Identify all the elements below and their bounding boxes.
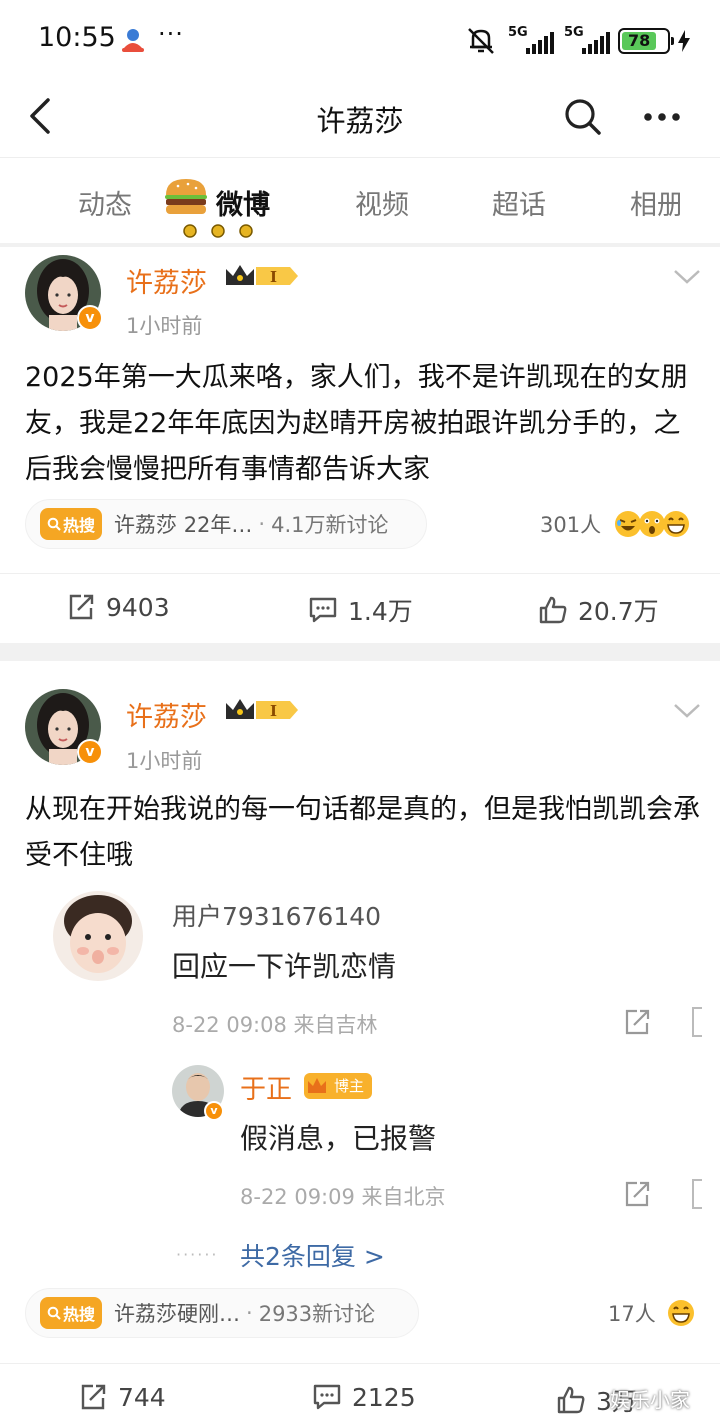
tab-video[interactable]: 视频 — [355, 183, 409, 222]
blogger-badge: 博主 — [304, 1073, 372, 1099]
comment-button[interactable]: 2125 — [312, 1382, 416, 1412]
grin-emoji-icon — [667, 1300, 694, 1326]
top-nav: 许荔莎 — [0, 80, 720, 158]
rank-label: I — [270, 702, 277, 720]
hot-search-pill[interactable]: 热搜 许荔莎 22年… · 4.1万新讨论 — [25, 499, 427, 549]
chevron-down-icon[interactable] — [672, 267, 702, 287]
comment-icon[interactable] — [692, 1179, 702, 1209]
hot-search-dot: · — [246, 1301, 253, 1325]
hot-search-dot: · — [258, 512, 266, 536]
hot-search-pill[interactable]: 热搜 许荔莎硬刚… · 2933新讨论 — [25, 1288, 419, 1338]
post-card[interactable]: v 许荔莎 I 1小时前 2025年第一大瓜来咯，家人们，我不是许凯现在的女朋友… — [0, 247, 720, 643]
comment-icon — [313, 1384, 341, 1410]
hot-search-count: 2933新讨论 — [258, 1302, 376, 1326]
repost-count: 9403 — [106, 592, 170, 622]
thumbs-up-icon — [539, 596, 567, 624]
reactors[interactable]: 17人 — [608, 1298, 696, 1328]
grin-emoji-icon — [663, 511, 690, 537]
more-replies-link[interactable]: 共2条回复 > — [240, 1237, 385, 1273]
comment-text: 回应一下许凯恋情 — [172, 950, 397, 983]
reactors[interactable]: 301人 — [540, 509, 691, 539]
page-title: 许荔莎 — [316, 104, 404, 138]
comment-button[interactable]: 1.4万 — [308, 592, 413, 628]
hot-search-count: 4.1万新讨论 — [271, 513, 389, 537]
vip-crown-icon: I — [226, 699, 298, 720]
status-bar: 10:55 ··· 5G 5G 78 — [0, 0, 720, 80]
post-separator — [0, 643, 720, 661]
comment-meta: 8-22 09:08 来自吉林 — [172, 1013, 378, 1037]
post-actions: 9403 1.4万 20.7万 — [0, 573, 720, 643]
post-time: 1小时前 — [126, 749, 203, 773]
post-text: 从现在开始我说的每一句话都是真的，但是我怕凯凯会承受不住哦 — [25, 794, 700, 871]
repost-icon — [81, 1384, 106, 1410]
status-time: 10:55 — [38, 22, 116, 53]
repost-icon[interactable] — [622, 1007, 652, 1037]
search-icon — [47, 1306, 61, 1320]
tab-supertopic[interactable]: 超话 — [492, 183, 546, 222]
avatar-image — [53, 891, 143, 981]
search-icon[interactable] — [562, 96, 604, 138]
post-time: 1小时前 — [126, 314, 203, 338]
like-count: 20.7万 — [578, 597, 659, 626]
profile-tabs: 动态 微博 视频 超话 相册 — [0, 159, 720, 243]
tab-album[interactable]: 相册 — [630, 183, 680, 222]
more-icon[interactable] — [640, 96, 684, 138]
repost-icon[interactable] — [622, 1179, 652, 1209]
status-more-dots: ··· — [158, 20, 184, 48]
app-notification-icon — [122, 29, 144, 52]
comment-user[interactable]: 用户7931676140 — [172, 897, 381, 933]
mute-icon — [468, 28, 494, 54]
search-icon — [47, 517, 61, 531]
repost-count: 744 — [118, 1382, 166, 1412]
reply-meta: 8-22 09:09 来自北京 — [240, 1185, 446, 1209]
reply-user[interactable]: 于正 — [240, 1069, 292, 1106]
battery-icon: 78 — [618, 28, 674, 54]
watermark: 娱乐小家 — [610, 1388, 690, 1412]
post-text: 2025年第一大瓜来咯，家人们，我不是许凯现在的女朋友，我是22年年底因为赵晴开… — [25, 362, 688, 485]
tab-weibo[interactable]: 微博 — [216, 183, 270, 222]
verified-badge-icon: v — [77, 739, 103, 765]
burger-icon — [165, 179, 207, 214]
comment-icon[interactable] — [692, 1007, 702, 1037]
reactors-count: 301人 — [540, 513, 602, 537]
comment-avatar[interactable] — [53, 891, 143, 981]
comment-count: 1.4万 — [348, 597, 413, 626]
post-card[interactable]: v 许荔莎 I 1小时前 从现在开始我说的每一句话都是真的，但是我怕凯凯会承受不… — [0, 661, 720, 1423]
repost-button[interactable]: 744 — [78, 1382, 166, 1412]
hot-search-tag: 热搜 — [40, 508, 103, 540]
repost-button[interactable]: 9403 — [66, 592, 170, 622]
hot-search-tag-label: 热搜 — [63, 516, 96, 535]
verified-badge-icon: v — [77, 305, 103, 331]
network-1-label: 5G — [508, 25, 528, 40]
charging-icon — [678, 30, 690, 52]
comment-count: 2125 — [352, 1382, 416, 1412]
reactors-count: 17人 — [608, 1302, 656, 1326]
hot-search-tag: 热搜 — [40, 1297, 103, 1329]
hot-search-title: 许荔莎 22年… — [114, 513, 253, 537]
reply-text: 假消息，已报警 — [240, 1122, 437, 1155]
hot-search-tag-label: 热搜 — [63, 1305, 96, 1324]
crown-icon — [308, 1078, 326, 1093]
comment-icon — [309, 597, 337, 623]
verified-badge-icon: v — [204, 1101, 224, 1121]
repost-icon — [69, 594, 94, 620]
signal-1-icon: 5G — [506, 26, 554, 56]
tab-feed[interactable]: 动态 — [78, 183, 132, 222]
signal-2-icon: 5G — [562, 26, 610, 56]
post-author[interactable]: 许荔莎 — [126, 695, 207, 734]
like-button[interactable]: 20.7万 — [538, 592, 659, 628]
rank-label: I — [270, 268, 277, 286]
hot-search-title: 许荔莎硬刚… — [114, 1302, 241, 1326]
reply-dashes: ······ — [176, 1245, 219, 1264]
coins-icon — [183, 224, 253, 238]
chevron-down-icon[interactable] — [672, 701, 702, 721]
post-author[interactable]: 许荔莎 — [126, 261, 207, 300]
vip-crown-icon: I — [226, 265, 298, 286]
network-2-label: 5G — [564, 25, 584, 40]
battery-level: 78 — [622, 32, 657, 50]
blogger-badge-label: 博主 — [333, 1077, 364, 1095]
thumbs-up-icon — [557, 1386, 585, 1414]
